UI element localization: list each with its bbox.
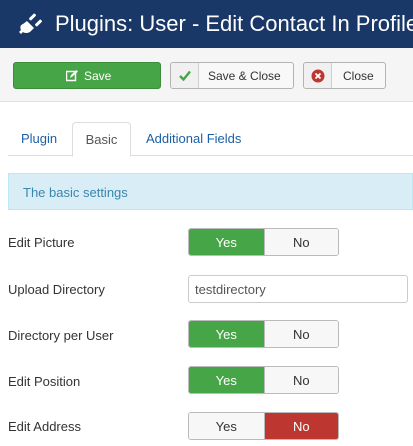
edit-address-label: Edit Address bbox=[8, 419, 81, 434]
edit-picture-yes[interactable]: Yes bbox=[189, 229, 264, 255]
edit-address-no[interactable]: No bbox=[263, 413, 338, 439]
edit-picture-no[interactable]: No bbox=[263, 229, 338, 255]
tab-plugin[interactable]: Plugin bbox=[21, 122, 57, 156]
edit-icon bbox=[66, 70, 78, 82]
save-close-label: Save & Close bbox=[208, 69, 281, 83]
tab-additional-fields[interactable]: Additional Fields bbox=[146, 122, 241, 156]
toolbar: Save Save & Close Close bbox=[0, 48, 413, 102]
edit-address-yes[interactable]: Yes bbox=[189, 413, 264, 439]
directory-per-user-label: Directory per User bbox=[8, 328, 114, 343]
checkmark-icon bbox=[179, 70, 191, 81]
edit-position-label: Edit Position bbox=[8, 374, 81, 389]
save-button[interactable]: Save bbox=[13, 62, 161, 89]
edit-picture-toggle: Yes No bbox=[188, 228, 339, 256]
edit-address-toggle: Yes No bbox=[188, 412, 339, 440]
page-header: Plugins: User - Edit Contact In Profile bbox=[0, 0, 413, 48]
tab-bar: Plugin Basic Additional Fields bbox=[8, 122, 413, 157]
edit-picture-label: Edit Picture bbox=[8, 235, 75, 250]
tab-basic[interactable]: Basic bbox=[72, 122, 131, 157]
directory-per-user-yes[interactable]: Yes bbox=[189, 321, 264, 347]
info-alert: The basic settings bbox=[8, 173, 413, 210]
directory-per-user-toggle: Yes No bbox=[188, 320, 339, 348]
edit-position-yes[interactable]: Yes bbox=[189, 367, 264, 393]
save-close-button[interactable]: Save & Close bbox=[170, 62, 294, 89]
close-button[interactable]: Close bbox=[303, 62, 386, 89]
edit-position-toggle: Yes No bbox=[188, 366, 339, 394]
close-label: Close bbox=[343, 69, 374, 83]
page-title: Plugins: User - Edit Contact In Profile bbox=[55, 11, 413, 36]
upload-directory-label: Upload Directory bbox=[8, 282, 105, 297]
cancel-circle-icon bbox=[311, 69, 325, 83]
directory-per-user-no[interactable]: No bbox=[263, 321, 338, 347]
edit-position-no[interactable]: No bbox=[263, 367, 338, 393]
save-label: Save bbox=[84, 69, 112, 83]
plug-icon bbox=[19, 13, 42, 34]
upload-directory-input[interactable]: testdirectory bbox=[188, 275, 408, 303]
